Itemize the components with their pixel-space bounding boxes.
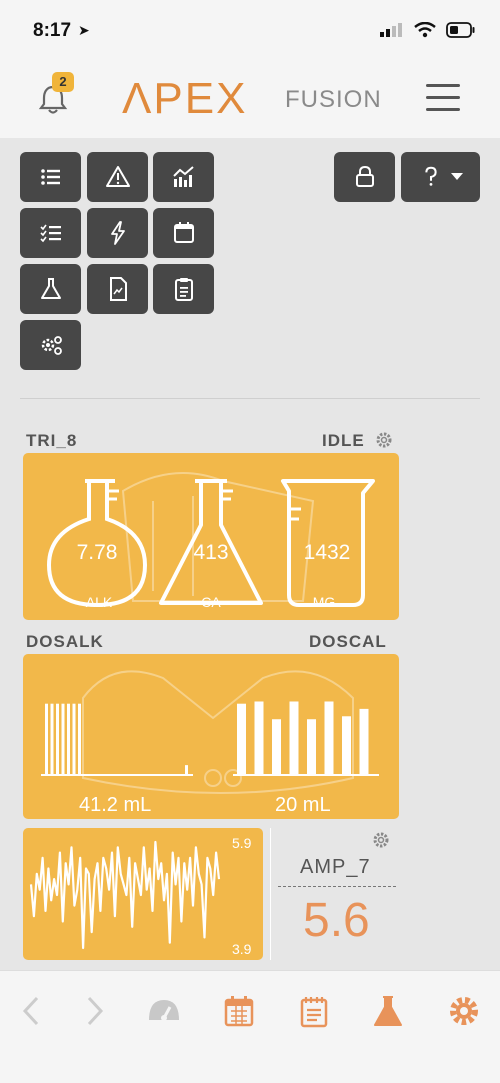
dosalk-value: 41.2 mL: [79, 794, 152, 816]
nav-measurements[interactable]: [368, 991, 408, 1031]
chevron-left-icon: [22, 996, 39, 1026]
calendar-icon: [224, 996, 254, 1027]
document-icon: [109, 277, 127, 301]
doscal-name: DOSCAL: [309, 632, 387, 651]
list-button[interactable]: [20, 152, 81, 202]
power-button[interactable]: [87, 208, 148, 258]
doscal-bar: [307, 719, 316, 774]
amp-value: 5.6: [303, 894, 370, 947]
dosing-widget[interactable]: 41.2 mL 20 mL: [23, 654, 399, 819]
nav-settings[interactable]: [444, 991, 484, 1031]
tasks-button[interactable]: [20, 208, 81, 258]
gears-icon: [41, 336, 62, 355]
dosalk-bar: [78, 703, 81, 774]
trident-status: IDLE: [322, 431, 365, 450]
trident-name: TRI_8: [26, 431, 78, 450]
clipboard-icon: [174, 278, 193, 301]
amp-name: AMP_7: [300, 856, 371, 878]
lock-button[interactable]: [334, 152, 395, 202]
menu-button[interactable]: [426, 84, 460, 112]
trend-min-label: 3.9: [232, 941, 252, 957]
location-icon: ➤: [78, 22, 90, 38]
alk-label: ALK: [85, 594, 113, 610]
status-icons: [380, 22, 476, 38]
menu-line: [426, 108, 460, 111]
trident-widget[interactable]: 7.78 413 1432 ALK CA MG: [23, 453, 399, 620]
flask-icon: [374, 996, 402, 1026]
doscal-bar: [324, 701, 334, 774]
chevron-down-icon: [450, 173, 463, 180]
wifi-icon: [414, 22, 436, 38]
amp-trend-series: [29, 840, 221, 950]
alk-value: 7.78: [76, 541, 118, 564]
list-icon: [40, 169, 60, 185]
dosalk-bar: [50, 703, 54, 774]
documents-button[interactable]: [87, 264, 148, 314]
dashboard-icon: [149, 1000, 179, 1021]
nav-log[interactable]: [294, 991, 334, 1031]
menu-line: [426, 96, 460, 99]
trend-max-label: 5.9: [232, 835, 252, 851]
chart-icon: [172, 166, 194, 187]
gear-icon: [450, 997, 478, 1025]
calendar-button[interactable]: [153, 208, 214, 258]
dosalk-bar: [185, 765, 188, 774]
help-button[interactable]: [401, 152, 480, 202]
back-button[interactable]: [12, 991, 52, 1031]
dosalk-name: DOSALK: [26, 632, 104, 651]
amp-trend-widget[interactable]: 5.9 3.9: [23, 828, 263, 960]
dosalk-bar: [67, 703, 70, 774]
mg-label: MG: [312, 594, 336, 610]
doscal-bar: [359, 708, 369, 774]
flask-icon: [40, 278, 61, 299]
lightning-icon: [110, 221, 125, 245]
dosalk-bar: [61, 703, 65, 774]
notebook-icon: [300, 997, 328, 1028]
fusion-logo: FUSION: [285, 86, 382, 113]
dosalk-bar: [56, 703, 59, 774]
graph-button[interactable]: [153, 152, 214, 202]
dosing-baseline: [233, 774, 379, 776]
lock-icon: [355, 165, 374, 187]
measurements-button[interactable]: [20, 264, 81, 314]
ca-label: CA: [201, 594, 221, 610]
doscal-bar: [342, 716, 351, 774]
dosing-baseline: [41, 774, 193, 776]
menu-line: [426, 84, 460, 87]
nav-dashboard[interactable]: [144, 991, 184, 1031]
gear-icon[interactable]: [375, 431, 393, 449]
bottom-nav: [0, 970, 500, 1083]
chevron-right-icon: [87, 996, 104, 1026]
battery-icon: [446, 22, 475, 38]
section-divider: [20, 398, 480, 399]
widget-separator: [270, 828, 271, 960]
ca-value: 413: [193, 541, 229, 564]
amp-trend-chart: [29, 840, 221, 950]
help-icon: [424, 166, 437, 186]
dosalk-bar: [72, 703, 76, 774]
dosalk-bar: [45, 703, 48, 774]
doscal-bar: [254, 701, 264, 774]
amp-divider: [278, 886, 396, 887]
status-time: 8:17: [33, 20, 72, 41]
nav-calendar[interactable]: [219, 991, 259, 1031]
apex-logo: ΛPEX: [122, 74, 248, 123]
calendar-icon: [173, 222, 194, 243]
checklist-icon: [39, 224, 61, 243]
warning-icon: [105, 166, 130, 187]
gear-icon[interactable]: [372, 831, 390, 849]
app-header: [0, 58, 500, 138]
alerts-button[interactable]: [87, 152, 148, 202]
settings-button[interactable]: [20, 320, 81, 370]
signal-icon: [380, 23, 402, 37]
forward-button[interactable]: [74, 991, 114, 1031]
doscal-value: 20 mL: [275, 794, 331, 816]
doscal-bar: [272, 719, 281, 774]
status-bar: 8:17 ➤: [0, 0, 500, 58]
doscal-bar: [289, 701, 299, 774]
mg-value: 1432: [303, 541, 351, 564]
clipboard-button[interactable]: [153, 264, 214, 314]
notification-badge: 2: [52, 72, 74, 92]
doscal-bar: [237, 703, 246, 774]
